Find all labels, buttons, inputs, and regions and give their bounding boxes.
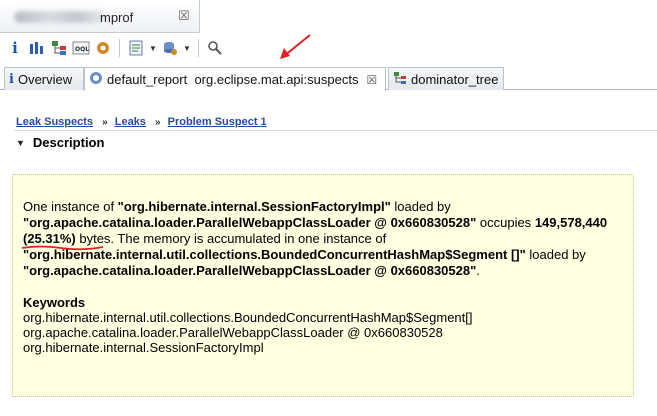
breadcrumb-leak-suspects[interactable]: Leak Suspects xyxy=(16,116,93,128)
toolbar-separator xyxy=(198,39,199,57)
toolbar-separator xyxy=(119,39,120,57)
tree-icon xyxy=(393,71,407,88)
tab-default-report[interactable]: default_report org.eclipse.mat.api:suspe… xyxy=(84,67,386,91)
oql-icon[interactable]: OQL xyxy=(72,39,90,57)
divider xyxy=(14,130,657,131)
description-box: One instance of "org.hibernate.internal.… xyxy=(12,174,634,397)
breadcrumb-leaks[interactable]: Leaks xyxy=(115,116,146,128)
keywords-title: Keywords xyxy=(23,295,86,310)
desc-segment: . xyxy=(476,263,480,278)
class-loader-name: "org.apache.catalina.loader.ParallelWeba… xyxy=(23,215,477,230)
class-name: "org.hibernate.internal.SessionFactoryIm… xyxy=(117,199,391,214)
chevron-down-icon[interactable]: ▼ xyxy=(183,39,191,57)
retained-bytes: 149,578,440 xyxy=(534,215,608,230)
report-icon xyxy=(89,71,103,88)
retained-percent: (25.31%) xyxy=(21,231,104,251)
description-text: One instance of "org.hibernate.internal.… xyxy=(21,199,623,279)
desc-segment: occupies xyxy=(476,215,535,230)
view-tab-bar: i Overview default_report org.eclipse.ma… xyxy=(0,67,657,91)
tab-label: Overview xyxy=(17,71,73,87)
desc-segment: bytes. The memory is accumulated in one … xyxy=(75,231,387,246)
breadcrumb-separator: » xyxy=(155,117,161,128)
tab-dominator-tree[interactable]: dominator_tree xyxy=(388,67,504,90)
editor-tab-title: mprof xyxy=(100,10,134,25)
chevron-down-icon: ▼ xyxy=(16,137,25,148)
chevron-down-icon[interactable]: ▼ xyxy=(149,39,157,57)
annotation-arrow-icon xyxy=(280,34,311,59)
heap-dump-overview-icon[interactable] xyxy=(161,39,179,57)
gear-icon[interactable] xyxy=(94,39,112,57)
histogram-icon[interactable] xyxy=(28,39,46,57)
info-icon[interactable]: i xyxy=(6,39,24,57)
editor-tab-close-icon[interactable]: ☒ xyxy=(178,8,190,24)
svg-text:OQL: OQL xyxy=(75,46,89,53)
keyword-item: org.hibernate.internal.util.collections.… xyxy=(23,310,473,325)
blurred-filename xyxy=(14,11,104,23)
breadcrumb: Leak Suspects » Leaks » Problem Suspect … xyxy=(16,116,267,128)
close-icon[interactable]: ☒ xyxy=(366,73,377,87)
breadcrumb-problem-suspect[interactable]: Problem Suspect 1 xyxy=(168,116,267,128)
tab-overview[interactable]: i Overview xyxy=(4,67,84,90)
tab-label: dominator_tree xyxy=(411,71,499,87)
info-icon: i xyxy=(9,71,14,87)
editor-tab[interactable]: mprof ☒ xyxy=(0,0,200,33)
section-title: Description xyxy=(32,135,105,150)
annotation-underline-icon xyxy=(21,245,104,251)
breadcrumb-separator: » xyxy=(102,117,108,128)
dominator-icon[interactable] xyxy=(50,39,68,57)
search-icon[interactable] xyxy=(206,39,224,57)
keyword-item: org.apache.catalina.loader.ParallelWebap… xyxy=(23,325,443,340)
tab-label: default_report org.eclipse.mat.api:suspe… xyxy=(107,72,359,87)
keyword-item: org.hibernate.internal.SessionFactoryImp… xyxy=(23,340,264,355)
toolbar: i OQL ▼ ▼ xyxy=(0,34,657,62)
desc-segment: loaded by xyxy=(390,199,451,214)
query-browser-icon[interactable] xyxy=(127,39,145,57)
desc-segment: One instance of xyxy=(23,199,118,214)
description-section-toggle[interactable]: ▼ Description xyxy=(16,135,104,150)
class-loader-name: "org.apache.catalina.loader.ParallelWeba… xyxy=(23,263,477,278)
desc-segment: loaded by xyxy=(525,247,586,262)
